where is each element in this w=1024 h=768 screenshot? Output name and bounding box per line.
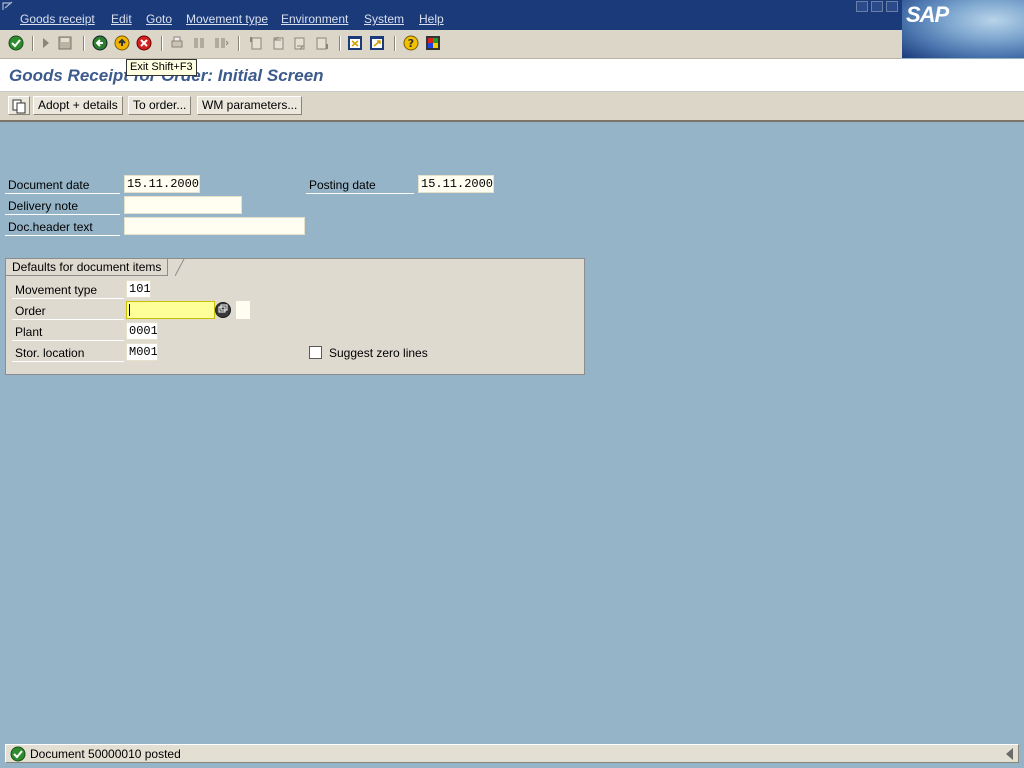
copy-icon [12,99,26,114]
search-help-button[interactable] [215,302,231,318]
doc-header-text-label: Doc.header text [5,219,120,236]
doc-header-text-field[interactable] [124,217,305,235]
success-icon [10,746,26,762]
find-next-icon[interactable] [213,35,229,51]
menu-system[interactable]: System [364,12,404,26]
menu-goods-receipt[interactable]: Goods receipt [20,12,95,26]
order-label: Order [12,303,124,320]
find-icon[interactable] [191,35,207,51]
menu-edit[interactable]: Edit [111,12,132,26]
toolbar-separator [339,36,341,51]
next-page-icon[interactable] [292,35,308,51]
create-session-icon[interactable] [347,35,363,51]
status-bar: Document 50000010 posted [5,744,1019,763]
first-page-icon[interactable] [248,35,264,51]
enter-icon[interactable] [8,35,24,51]
status-expand-icon[interactable] [1006,748,1013,760]
cancel-icon[interactable] [136,35,152,51]
possible-entries-icon [218,304,228,313]
application-toolbar: Adopt + details To order... WM parameter… [0,92,1024,122]
exit-tooltip: Exit Shift+F3 [126,59,197,76]
delivery-note-label: Delivery note [5,198,120,215]
menu-goto[interactable]: Goto [146,12,172,26]
svg-text:?: ? [408,37,414,50]
print-icon[interactable] [169,35,185,51]
to-order-button[interactable]: To order... [128,96,192,115]
menu-movement-type[interactable]: Movement type [186,12,268,26]
order-field-extension [236,301,250,319]
back-icon[interactable] [92,35,108,51]
toolbar-separator [83,36,85,51]
menu-environment[interactable]: Environment [281,12,348,26]
delivery-note-field[interactable] [124,196,242,214]
adopt-details-button[interactable]: Adopt + details [33,96,123,115]
movement-type-field[interactable]: 101 [126,280,151,298]
customize-layout-icon[interactable] [425,35,441,51]
posting-date-field[interactable]: 15.11.2000 [418,175,494,193]
stor-location-field[interactable]: M001 [126,343,158,361]
group-title-tab-corner [175,259,185,276]
document-date-label: Document date [5,177,120,194]
save-icon[interactable] [57,35,73,51]
copy-button[interactable] [8,96,30,115]
plant-field[interactable]: 0001 [126,322,158,340]
menu-help[interactable]: Help [419,12,444,26]
posting-date-label: Posting date [306,177,414,194]
exit-icon[interactable] [114,35,130,51]
toolbar-separator [161,36,163,51]
toolbar-separator [394,36,396,51]
command-field-icon[interactable] [38,35,54,51]
last-page-icon[interactable] [314,35,330,51]
create-shortcut-icon[interactable] [369,35,385,51]
wm-parameters-button[interactable]: WM parameters... [197,96,303,115]
help-icon[interactable]: ? [403,35,419,51]
order-field[interactable] [126,301,215,319]
defaults-group-box: Defaults for document items Movement typ… [5,258,585,375]
menu-bar: Goods receipt Edit Goto Movement type En… [0,0,1024,30]
restore-icon[interactable] [871,1,883,12]
close-window-icon[interactable] [886,1,898,12]
previous-page-icon[interactable] [270,35,286,51]
toolbar-separator [238,36,240,51]
plant-label: Plant [12,324,124,341]
suggest-zero-lines-checkbox[interactable] [309,346,322,359]
minimize-icon[interactable] [856,1,868,12]
status-message[interactable]: Document 50000010 posted [30,746,181,762]
stor-location-label: Stor. location [12,345,124,362]
group-title: Defaults for document items [6,259,169,276]
document-date-field[interactable]: 15.11.2000 [124,175,200,193]
system-menu-icon[interactable] [2,1,14,11]
standard-toolbar: ? [0,30,902,59]
text-cursor [129,304,130,316]
suggest-zero-lines-label: Suggest zero lines [329,346,428,360]
toolbar-separator [32,36,34,51]
movement-type-label: Movement type [12,282,124,299]
sap-logo: SAP [902,0,1024,58]
